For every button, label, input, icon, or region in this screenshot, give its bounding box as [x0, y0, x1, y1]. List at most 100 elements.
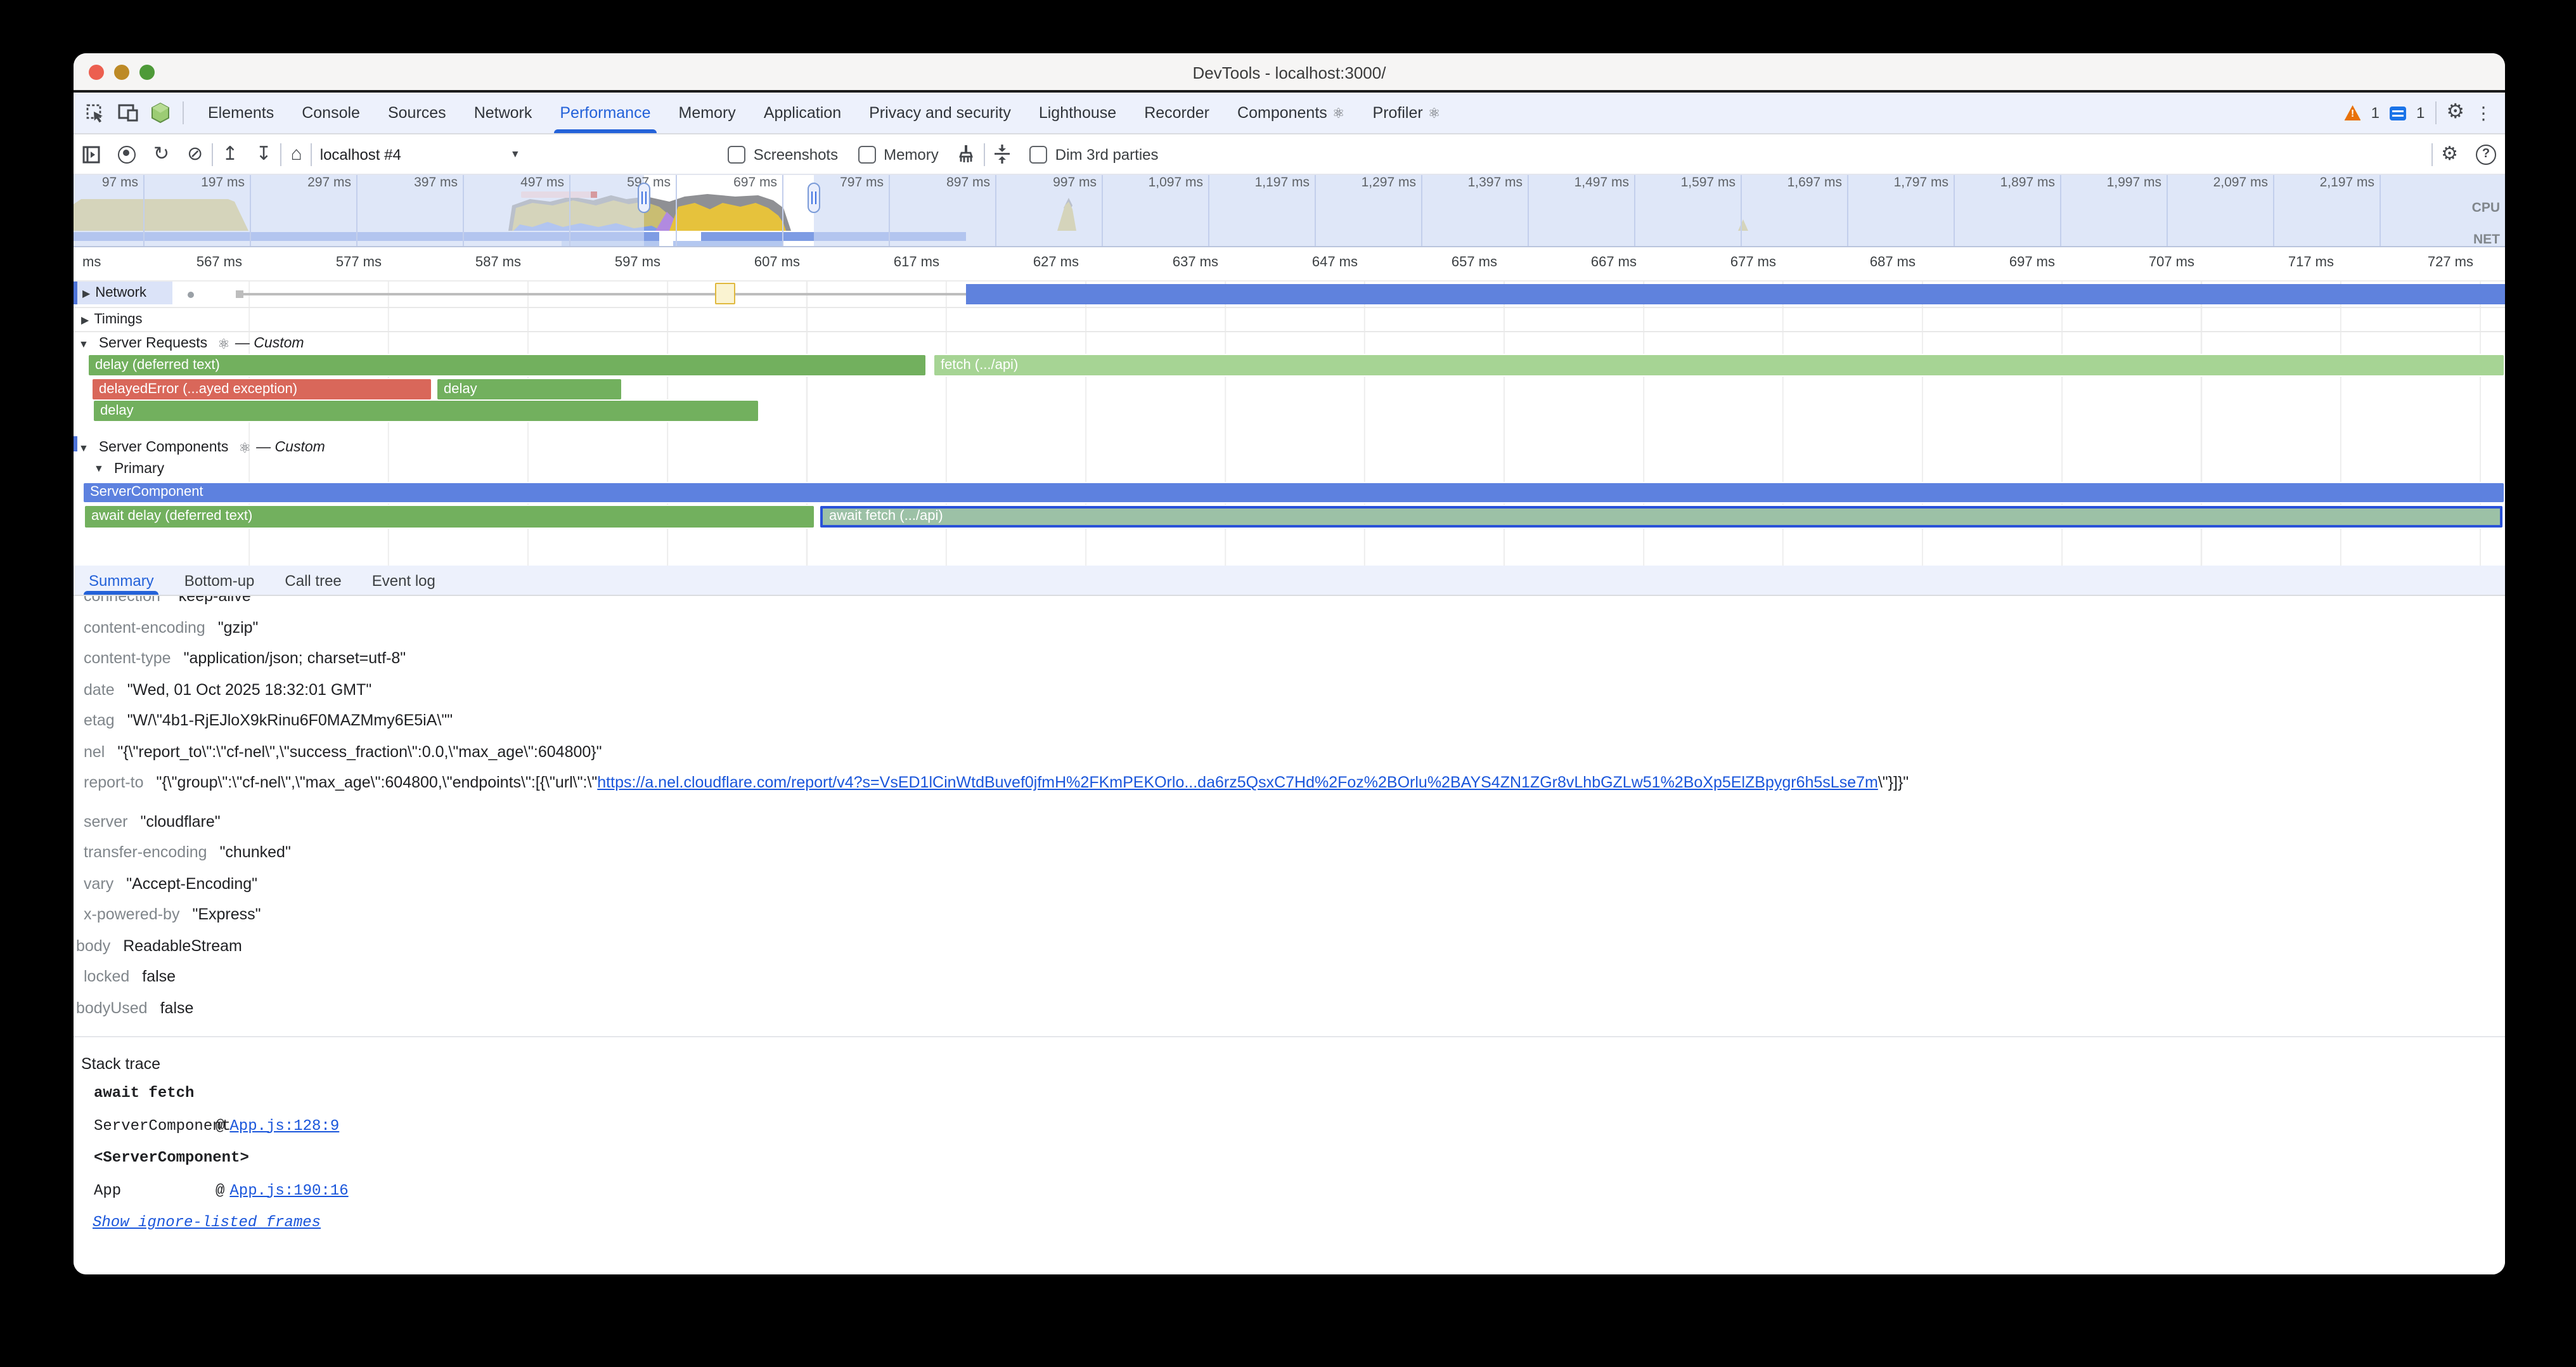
header-value: "keep-alive"	[173, 596, 257, 605]
record-icon[interactable]	[118, 145, 136, 163]
tab-lighthouse[interactable]: Lighthouse	[1025, 93, 1130, 133]
issues-message-icon[interactable]	[2390, 106, 2406, 120]
capture-settings-gear-icon[interactable]: ⚙	[2441, 145, 2458, 164]
overview-tick-label: 997 ms	[995, 175, 1102, 190]
expand-collapsed-icon[interactable]: ▶	[81, 314, 89, 325]
show-ignore-listed-frames-link[interactable]: Show ignore-listed frames	[93, 1214, 321, 1231]
device-toolbar-icon[interactable]	[118, 104, 138, 122]
network-track-header[interactable]: ▶ Network	[74, 282, 172, 304]
server-components-track-label: Server Components	[99, 440, 229, 455]
prop-key: bodyUsed	[76, 999, 148, 1016]
react-atom-icon: ⚛	[238, 439, 251, 456]
tab-performance[interactable]: Performance	[546, 93, 664, 133]
kebab-menu-icon[interactable]: ⋮	[2475, 102, 2492, 124]
report-to-link[interactable]: https://a.nel.cloudflare.com/report/v4?s…	[597, 774, 1878, 791]
flame-bar-await-delay[interactable]: await delay (deferred text)	[85, 506, 814, 528]
settings-gear-icon[interactable]: ⚙	[2446, 103, 2464, 123]
history-select[interactable]: localhost #4 ▼	[320, 145, 520, 163]
save-profile-icon[interactable]: ↧	[255, 145, 271, 164]
tab-components[interactable]: Components⚛	[1223, 93, 1359, 133]
tab-bottom-up[interactable]: Bottom-up	[169, 566, 270, 595]
ruler-tick-label: 587 ms	[388, 255, 527, 270]
toggle-sidebar-icon[interactable]	[82, 145, 100, 163]
flamechart-tracks[interactable]: ▶ Network ▶ Timings ▼ Server Requests	[74, 282, 2505, 566]
checkbox-box[interactable]	[858, 145, 876, 163]
dim-3rd-parties-checkbox[interactable]: Dim 3rd parties	[1030, 145, 1159, 163]
tab-call-tree[interactable]: Call tree	[269, 566, 356, 595]
ruler-tick-label: 577 ms	[248, 255, 388, 270]
server-components-track-header[interactable]: ▼ Server Components ⚛ — Custom	[74, 439, 2505, 457]
clear-icon[interactable]: ⊘	[187, 145, 203, 164]
tab-console[interactable]: Console	[288, 93, 374, 133]
memory-label: Memory	[884, 145, 939, 163]
flame-bar-delay-3[interactable]: delay	[94, 401, 758, 421]
track-config-dot-icon[interactable]	[188, 292, 194, 298]
flame-bar-delay-2[interactable]: delay	[437, 379, 621, 399]
header-row: vary"Accept-Encoding"	[74, 868, 2505, 899]
header-value: "Accept-Encoding"	[126, 874, 257, 892]
flame-bar-delayed-error[interactable]: delayedError (...ayed exception)	[93, 379, 431, 399]
tab-elements[interactable]: Elements	[194, 93, 288, 133]
expand-expanded-icon[interactable]: ▼	[79, 338, 89, 349]
stack-frame: ServerComponent@App.js:128:9	[74, 1110, 2505, 1143]
flame-bar-delay-deferred[interactable]: delay (deferred text)	[89, 355, 925, 375]
primary-group-header[interactable]: ▼ Primary	[74, 460, 2505, 477]
flame-bar-await-fetch-selected[interactable]: await fetch (.../api)	[820, 506, 2502, 528]
overview-tick-label: 1,297 ms	[1315, 175, 1421, 190]
tab-network[interactable]: Network	[460, 93, 546, 133]
checkbox-box[interactable]	[728, 145, 746, 163]
network-track-row[interactable]: ▶ Network	[74, 282, 2505, 307]
collect-garbage-icon[interactable]	[958, 145, 976, 164]
selection-handle-right[interactable]	[808, 183, 820, 213]
stack-frame-location-link[interactable]: App.js:190:16	[229, 1181, 348, 1199]
tab-sources[interactable]: Sources	[374, 93, 460, 133]
timings-track-row[interactable]: ▶ Timings	[74, 308, 2505, 331]
flame-bar-fetch-api[interactable]: fetch (.../api)	[934, 355, 2504, 375]
memory-checkbox[interactable]: Memory	[858, 145, 939, 163]
ruler-tick-label: 567 ms	[74, 255, 248, 270]
live-metrics-home-icon[interactable]: ⌂	[291, 145, 302, 164]
inspect-element-icon[interactable]	[86, 103, 105, 122]
tab-profiler[interactable]: Profiler⚛	[1359, 93, 1455, 133]
server-requests-track-header[interactable]: ▼ Server Requests ⚛ — Custom	[74, 335, 2505, 353]
expand-expanded-icon[interactable]: ▼	[94, 463, 104, 474]
tab-event-log[interactable]: Event log	[357, 566, 451, 595]
network-request-bar[interactable]	[966, 284, 2505, 304]
header-value: "gzip"	[218, 618, 259, 636]
stack-async-header: await fetch	[74, 1078, 2505, 1110]
summary-pane[interactable]: connection"keep-alive" content-encoding"…	[74, 596, 2505, 1274]
record-and-reload-icon[interactable]: ↻	[153, 145, 169, 164]
header-key: transfer-encoding	[84, 843, 207, 861]
timeline-overview[interactable]: 97 ms197 ms297 ms397 ms497 ms597 ms697 m…	[74, 175, 2505, 247]
stack-frame-at: @	[216, 1117, 224, 1134]
stack-trace-title: Stack trace	[74, 1037, 2505, 1078]
compress-tracks-icon[interactable]	[995, 145, 1011, 164]
checkbox-box[interactable]	[1030, 145, 1048, 163]
expand-collapsed-icon[interactable]: ▶	[82, 287, 90, 299]
tab-privacy-security[interactable]: Privacy and security	[855, 93, 1025, 133]
tab-application[interactable]: Application	[750, 93, 855, 133]
header-value: "cloudflare"	[140, 812, 220, 830]
flame-bar-server-component[interactable]: ServerComponent	[84, 483, 2504, 502]
extension-gem-icon[interactable]	[151, 103, 170, 123]
load-profile-icon[interactable]: ↥	[222, 145, 238, 164]
overview-tick-label: 697 ms	[676, 175, 782, 190]
tab-summary[interactable]: Summary	[74, 566, 169, 595]
react-atom-icon: ⚛	[217, 335, 230, 352]
header-row: transfer-encoding"chunked"	[74, 837, 2505, 868]
overview-tick-label: 1,797 ms	[1847, 175, 1954, 190]
tab-recorder[interactable]: Recorder	[1130, 93, 1223, 133]
tab-memory[interactable]: Memory	[665, 93, 750, 133]
network-request-queued-marker[interactable]	[715, 283, 735, 304]
warning-icon[interactable]	[2345, 105, 2361, 120]
show-ignore-listed-frames[interactable]: Show ignore-listed frames	[74, 1207, 2505, 1240]
overview-tick-label: 597 ms	[569, 175, 676, 190]
expand-expanded-icon[interactable]: ▼	[79, 442, 89, 453]
divider	[281, 143, 282, 165]
overview-tick-label: 1,597 ms	[1634, 175, 1741, 190]
selection-handle-left[interactable]	[638, 183, 650, 213]
header-key: report-to	[84, 774, 144, 791]
help-icon[interactable]: ?	[2476, 144, 2496, 164]
stack-frame-location-link[interactable]: App.js:128:9	[229, 1117, 339, 1134]
screenshots-checkbox[interactable]: Screenshots	[728, 145, 838, 163]
